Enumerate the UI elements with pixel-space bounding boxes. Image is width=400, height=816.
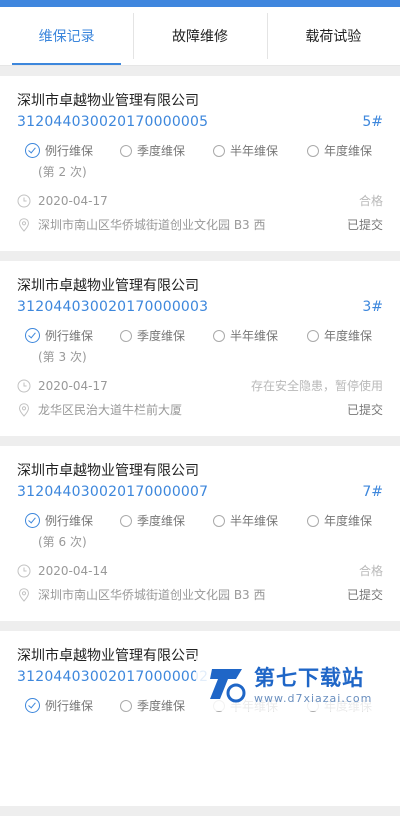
maintenance-type-option[interactable]: 半年维保 [213, 512, 278, 529]
tab-bar: 维保记录 故障维修 载荷试验 [0, 7, 400, 66]
record-card[interactable]: 深圳市卓越物业管理有限公司 312044030020170000007 7# 例… [0, 446, 400, 621]
maintenance-count: (第 3 次) [38, 350, 87, 364]
radio-circle-icon [213, 514, 225, 527]
company-name: 深圳市卓越物业管理有限公司 [17, 463, 199, 479]
record-address: 龙华区民治大道牛栏前大厦 [38, 403, 183, 417]
record-address: 深圳市南山区华侨城街道创业文化园 B3 西 [38, 588, 266, 602]
date-row: 2020-04-17 存在安全隐患，暂停使用 [17, 377, 383, 394]
radio-circle-icon [213, 144, 225, 157]
maintenance-type-label: 半年维保 [230, 514, 279, 528]
maintenance-type-option[interactable]: 例行维保 [25, 697, 93, 714]
maintenance-type-option[interactable]: 季度维保 [120, 512, 185, 529]
maintenance-count: (第 6 次) [38, 535, 87, 549]
maintenance-type-option[interactable]: 例行维保 [25, 327, 93, 344]
location-pin-icon [17, 402, 31, 417]
maintenance-type-option[interactable]: 年度维保 [307, 512, 372, 529]
tab-fault-repair[interactable]: 故障维修 [133, 7, 266, 65]
equipment-code: 312044030020170000007 [17, 484, 209, 500]
unit-number: 3# [362, 299, 383, 315]
company-name: 深圳市卓越物业管理有限公司 [17, 278, 199, 294]
record-date: 2020-04-17 [38, 193, 108, 208]
submit-state: 已提交 [346, 403, 383, 417]
maintenance-type-label: 季度维保 [137, 699, 186, 713]
record-date: 2020-04-17 [38, 378, 108, 393]
equipment-code: 312044030020170000002 [17, 669, 209, 685]
radio-circle-icon [307, 144, 319, 157]
maintenance-type-label: 例行维保 [45, 514, 94, 528]
record-date: 2020-04-14 [38, 563, 108, 578]
submit-state: 已提交 [346, 588, 383, 602]
company-name: 深圳市卓越物业管理有限公司 [17, 648, 199, 664]
clock-icon [17, 379, 31, 393]
check-circle-icon [25, 143, 40, 158]
record-address: 深圳市南山区华侨城街道创业文化园 B3 西 [38, 218, 266, 232]
maintenance-type-label: 季度维保 [137, 329, 186, 343]
address-row: 龙华区民治大道牛栏前大厦 已提交 [17, 401, 383, 418]
maintenance-type-label: 例行维保 [45, 144, 94, 158]
maintenance-type-group: 例行维保 季度维保 半年维保 年度维保 [25, 142, 385, 162]
check-circle-icon [25, 513, 40, 528]
watermark-title: 第七下载站 [254, 666, 364, 690]
radio-circle-icon [120, 329, 132, 342]
maintenance-type-label: 年度维保 [324, 514, 373, 528]
maintenance-type-label: 季度维保 [137, 144, 186, 158]
radio-circle-icon [120, 514, 132, 527]
maintenance-type-option[interactable]: 季度维保 [120, 697, 185, 714]
inspection-status: 合格 [358, 194, 383, 208]
equipment-code: 312044030020170000003 [17, 299, 209, 315]
site-watermark: 第七下载站 www.d7xiazai.com [196, 656, 400, 711]
address-row: 深圳市南山区华侨城街道创业文化园 B3 西 已提交 [17, 586, 383, 603]
unit-number: 5# [362, 114, 383, 130]
maintenance-type-label: 年度维保 [324, 144, 373, 158]
clock-icon [17, 564, 31, 578]
radio-circle-icon [120, 699, 132, 712]
tab-load-test[interactable]: 载荷试验 [266, 7, 400, 65]
record-card[interactable]: 深圳市卓越物业管理有限公司 312044030020170000003 3# 例… [0, 261, 400, 436]
status-bar-strip [0, 0, 400, 7]
radio-circle-icon [307, 329, 319, 342]
maintenance-type-option[interactable]: 例行维保 [25, 512, 93, 529]
maintenance-type-label: 半年维保 [230, 329, 279, 343]
company-name: 深圳市卓越物业管理有限公司 [17, 93, 199, 109]
maintenance-type-option[interactable]: 年度维保 [307, 142, 372, 159]
maintenance-type-option[interactable]: 季度维保 [120, 142, 185, 159]
record-card[interactable]: 深圳市卓越物业管理有限公司 312044030020170000005 5# 例… [0, 76, 400, 251]
unit-number: 7# [362, 484, 383, 500]
maintenance-count: (第 2 次) [38, 165, 87, 179]
radio-circle-icon [213, 329, 225, 342]
maintenance-type-group: 例行维保 季度维保 半年维保 年度维保 [25, 327, 385, 347]
date-row: 2020-04-14 合格 [17, 562, 383, 579]
tab-maintenance-records[interactable]: 维保记录 [0, 7, 133, 65]
location-pin-icon [17, 217, 31, 232]
watermark-url: www.d7xiazai.com [254, 692, 373, 705]
radio-circle-icon [120, 144, 132, 157]
maintenance-type-option[interactable]: 季度维保 [120, 327, 185, 344]
radio-circle-icon [307, 514, 319, 527]
location-pin-icon [17, 587, 31, 602]
maintenance-type-label: 例行维保 [45, 699, 94, 713]
maintenance-type-label: 季度维保 [137, 514, 186, 528]
maintenance-type-option[interactable]: 例行维保 [25, 142, 93, 159]
inspection-status: 存在安全隐患，暂停使用 [250, 379, 383, 393]
maintenance-type-label: 例行维保 [45, 329, 94, 343]
maintenance-type-label: 半年维保 [230, 144, 279, 158]
site-logo-icon [210, 668, 246, 702]
address-row: 深圳市南山区华侨城街道创业文化园 B3 西 已提交 [17, 216, 383, 233]
check-circle-icon [25, 328, 40, 343]
submit-state: 已提交 [346, 218, 383, 232]
maintenance-type-group: 例行维保 季度维保 半年维保 年度维保 [25, 512, 385, 532]
date-row: 2020-04-17 合格 [17, 192, 383, 209]
maintenance-type-option[interactable]: 半年维保 [213, 327, 278, 344]
inspection-status: 合格 [358, 564, 383, 578]
maintenance-type-label: 年度维保 [324, 329, 373, 343]
clock-icon [17, 194, 31, 208]
equipment-code: 312044030020170000005 [17, 114, 209, 130]
maintenance-type-option[interactable]: 半年维保 [213, 142, 278, 159]
maintenance-type-option[interactable]: 年度维保 [307, 327, 372, 344]
